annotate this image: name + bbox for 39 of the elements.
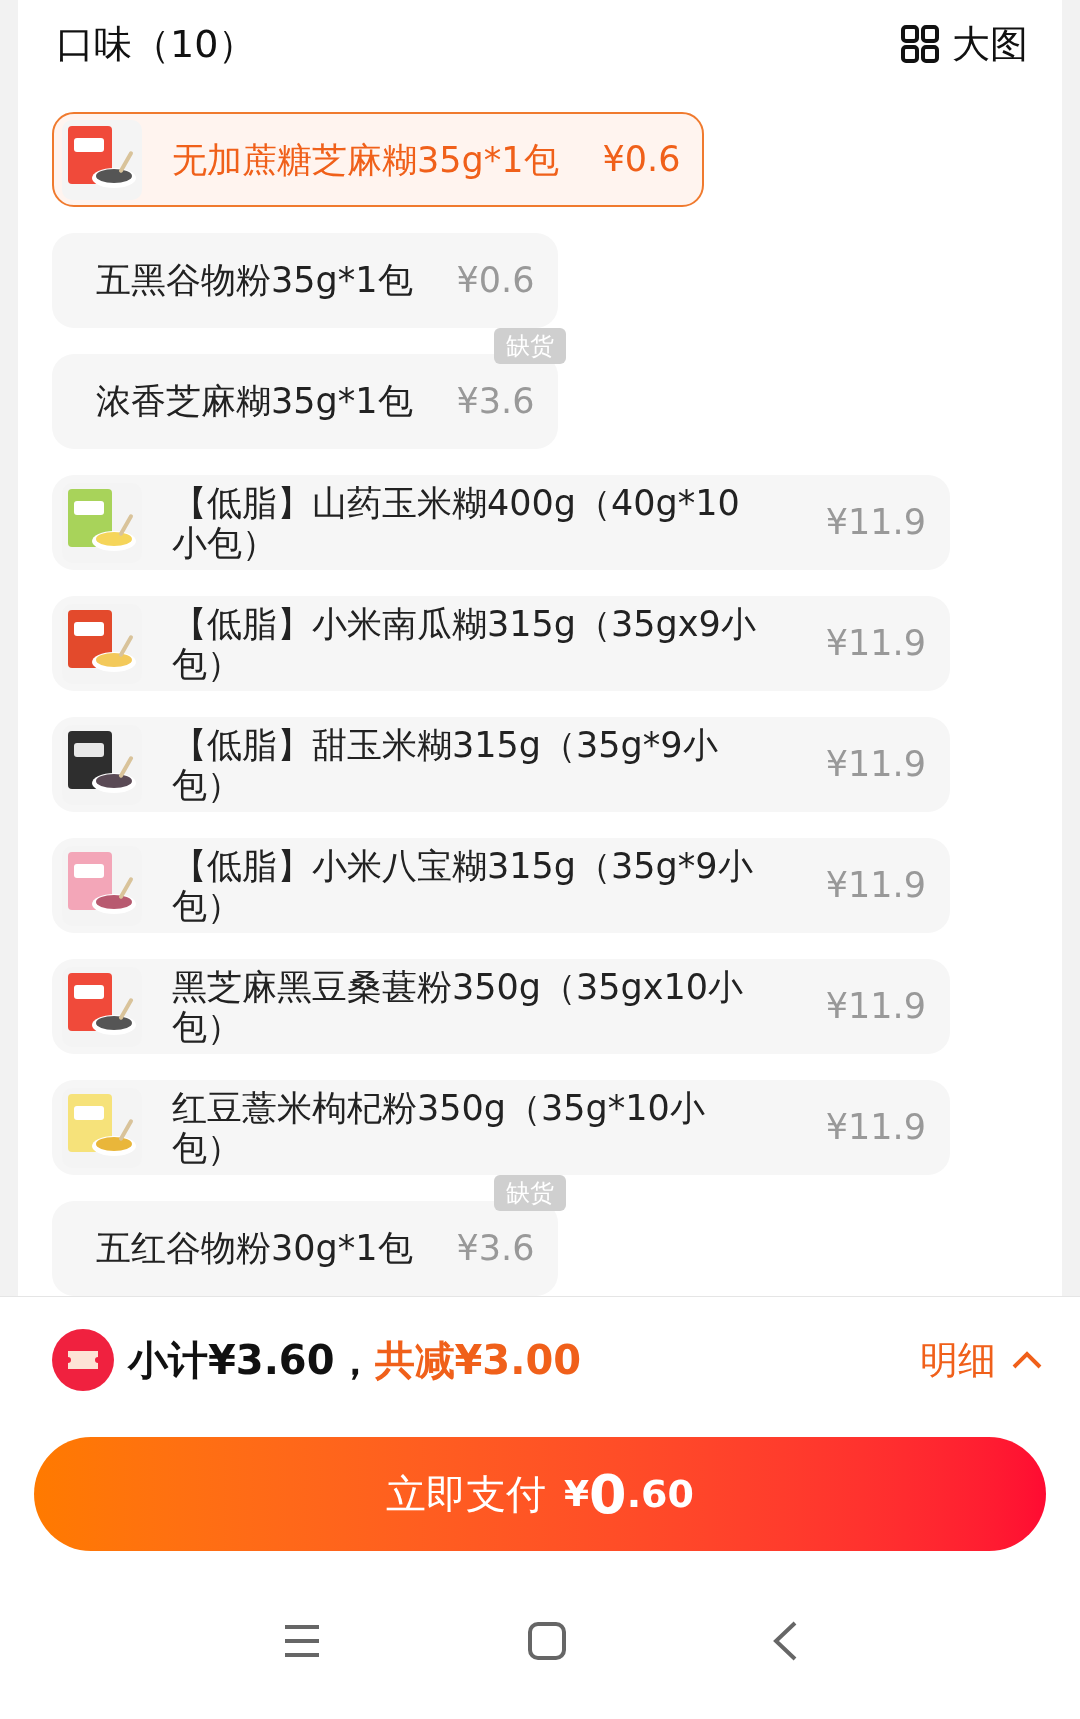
menu-icon[interactable] (283, 1624, 322, 1658)
option-price: ¥0.6 (602, 138, 681, 182)
option-price: ¥0.6 (456, 259, 535, 303)
option-chip[interactable]: 黑芝麻黑豆桑葚粉350g（35gx10小包） ¥11.9 (52, 959, 950, 1054)
option-name: 黑芝麻黑豆桑葚粉350g（35gx10小包） (172, 966, 745, 1047)
discount-text: 共减¥3.00 (374, 1336, 582, 1385)
option-name: 五黑谷物粉35g*1包 (96, 259, 413, 303)
option-chip[interactable]: 浓香芝麻糊35g*1包 ¥3.6 (52, 354, 559, 449)
option-chip[interactable]: 【低脂】小米八宝糊315g（35g*9小包） ¥11.9 (52, 838, 950, 933)
grid-icon (900, 24, 940, 64)
option-chip[interactable]: 【低脂】山药玉米糊400g（40g*10小包） ¥11.9 (52, 475, 950, 570)
option-name: 五红谷物粉30g*1包 (96, 1227, 413, 1271)
option-chip[interactable]: 五黑谷物粉35g*1包 ¥0.6 (52, 233, 559, 328)
option-name: 【低脂】甜玉米糊315g（35g*9小包） (172, 724, 719, 805)
home-icon[interactable] (528, 1622, 566, 1660)
option-chip[interactable]: 【低脂】甜玉米糊315g（35g*9小包） ¥11.9 (52, 717, 950, 812)
section-title: 口味（10） (56, 20, 257, 68)
option-price: ¥3.6 (456, 380, 535, 424)
option-price: ¥3.6 (456, 1227, 535, 1271)
subtotal-text: 小计¥3.60， (128, 1336, 375, 1385)
option-name: 【低脂】山药玉米糊400g（40g*10小包） (172, 482, 741, 563)
option-name: 无加蔗糖芝麻糊35g*1包 (172, 139, 559, 180)
option-price: ¥11.9 (825, 622, 926, 666)
option-name: 【低脂】小米八宝糊315g（35g*9小包） (172, 845, 754, 926)
option-price: ¥11.9 (825, 1106, 926, 1150)
option-price: ¥11.9 (825, 501, 926, 545)
option-price: ¥11.9 (825, 743, 926, 787)
large-view-toggle[interactable]: 大图 (900, 15, 1028, 73)
option-price: ¥11.9 (825, 985, 926, 1029)
coupon-icon (52, 1329, 114, 1391)
option-chip[interactable]: 五红谷物粉30g*1包 ¥3.6 (52, 1201, 559, 1296)
option-name: 【低脂】小米南瓜糊315g（35gx9小包） (172, 603, 757, 684)
option-chip[interactable]: 【低脂】小米南瓜糊315g（35gx9小包） ¥11.9 (52, 596, 950, 691)
option-chip[interactable]: 红豆薏米枸杞粉350g（35g*10小包） ¥11.9 (52, 1080, 950, 1175)
back-icon[interactable] (772, 1621, 797, 1661)
option-name: 红豆薏米枸杞粉350g（35g*10小包） (172, 1087, 706, 1168)
option-price: ¥11.9 (825, 864, 926, 908)
chevron-up-icon (1012, 1351, 1042, 1369)
option-name: 浓香芝麻糊35g*1包 (96, 380, 413, 424)
